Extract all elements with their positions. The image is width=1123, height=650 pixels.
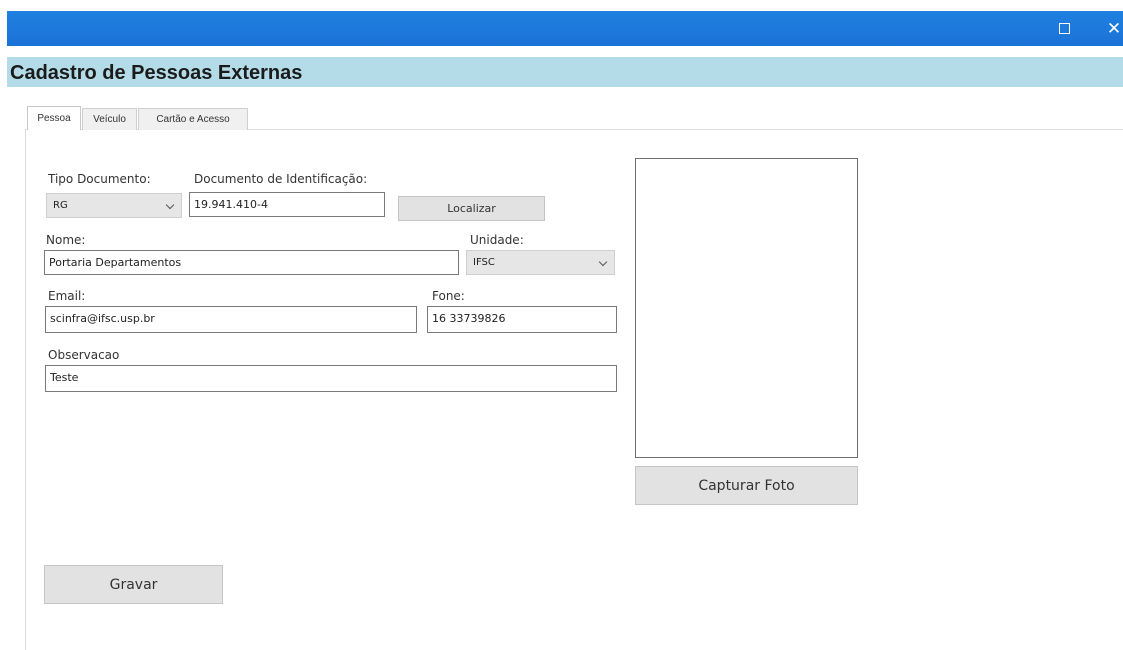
window-title-bar[interactable]: ✕ [7, 11, 1123, 46]
tab-veiculo[interactable]: Veículo [82, 108, 137, 130]
tipo-documento-value: RG [53, 200, 68, 211]
email-label: Email: [48, 289, 86, 303]
fone-label: Fone: [432, 289, 465, 303]
observacao-input[interactable]: Teste [45, 365, 617, 392]
tab-cartao-e-acesso[interactable]: Cartão e Acesso [138, 108, 248, 130]
photo-frame [635, 158, 858, 458]
gravar-button[interactable]: Gravar [44, 565, 223, 604]
tab-label: Pessoa [37, 113, 71, 124]
close-button[interactable]: ✕ [1091, 11, 1123, 46]
page-title: Cadastro de Pessoas Externas [10, 62, 303, 84]
unidade-label: Unidade: [470, 233, 524, 247]
capturar-foto-label: Capturar Foto [698, 477, 795, 494]
nome-input[interactable]: Portaria Departamentos [44, 250, 459, 275]
tab-label: Cartão e Acesso [156, 114, 230, 125]
documento-input[interactable]: 19.941.410-4 [189, 192, 385, 217]
documento-label: Documento de Identificação: [194, 172, 368, 186]
tipo-documento-label: Tipo Documento: [48, 172, 151, 186]
unidade-select[interactable]: IFSC [466, 250, 615, 275]
observacao-label: Observacao [48, 348, 120, 362]
nome-label: Nome: [46, 233, 86, 247]
localizar-label: Localizar [447, 202, 496, 215]
maximize-button[interactable] [1041, 11, 1087, 46]
tipo-documento-select[interactable]: RG [46, 193, 182, 218]
tab-pessoa[interactable]: Pessoa [27, 106, 81, 130]
chevron-down-icon [598, 257, 608, 267]
capturar-foto-button[interactable]: Capturar Foto [635, 466, 858, 505]
maximize-icon [1058, 23, 1070, 34]
gravar-label: Gravar [109, 576, 158, 593]
chevron-down-icon [165, 200, 175, 210]
localizar-button[interactable]: Localizar [398, 196, 545, 221]
fone-input[interactable]: 16 33739826 [427, 306, 617, 333]
email-input[interactable]: scinfra@ifsc.usp.br [45, 306, 417, 333]
tab-label: Veículo [93, 114, 126, 125]
unidade-value: IFSC [473, 257, 495, 268]
application-window: ✕ Cadastro de Pessoas Externas Pessoa Ve… [0, 0, 1123, 650]
close-icon: ✕ [1106, 18, 1122, 39]
